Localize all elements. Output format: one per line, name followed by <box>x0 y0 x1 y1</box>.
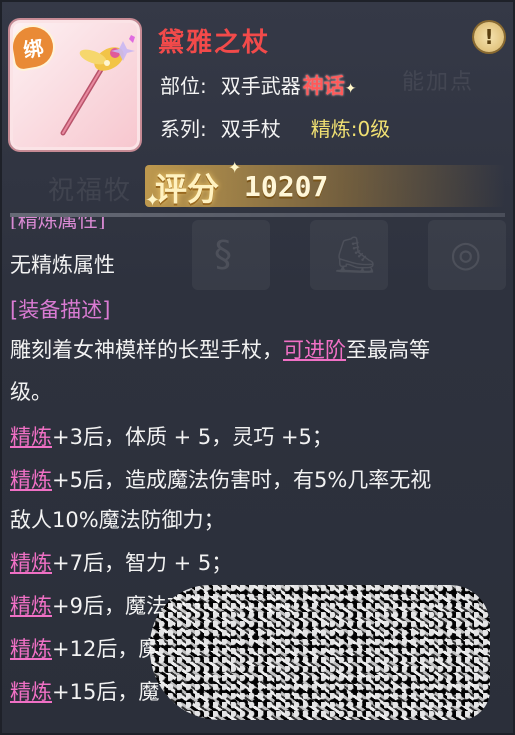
refine-bonus-text: +7后，智力 + 5； <box>52 551 233 575</box>
info-icon[interactable]: ! <box>474 22 504 52</box>
refine-link[interactable]: 精炼 <box>10 680 52 704</box>
background-tab-ghost: 祝福牧 <box>48 176 133 206</box>
refine-bonus-row: 精炼+3后，体质 + 5，灵巧 +5； <box>10 421 333 451</box>
refine-bonus-row: 精炼+12后，魔 <box>10 633 159 663</box>
refine-bonus-row: 精炼+7后，智力 + 5； <box>10 547 232 577</box>
refine-bonus-text: +5后，造成魔法伤害时，有5%几率无视 <box>52 468 432 492</box>
type-value: 双手杖 <box>220 117 281 141</box>
slot-value: 双手武器 <box>220 74 301 98</box>
refine-attributes-title: [精炼属性] <box>10 217 106 229</box>
refine-bonus-row: 精炼+15后，魔 <box>10 676 159 706</box>
description-line: 级。 <box>10 380 52 404</box>
refine-bonus-text: +12后，魔 <box>52 637 160 661</box>
item-tooltip-panel: 祝福牧 能加点 § ⛸ ◎ 绑 黛雅之杖 ! 部位: 双手武器神话✦ 系列: 双手杖… <box>0 0 515 735</box>
refine-bonus-text: +3后，体质 + 5，灵巧 +5； <box>52 425 333 449</box>
refine-link[interactable]: 精炼 <box>10 551 52 575</box>
refine-link[interactable]: 精炼 <box>10 425 52 449</box>
score-value: 10207 <box>244 170 329 203</box>
refine-attributes-text: 无精炼属性 <box>10 253 115 277</box>
score-label: 评分 <box>155 170 220 208</box>
redaction-noise-overlay <box>150 585 490 720</box>
background-tab-ghost: 能加点 <box>402 70 475 95</box>
refine-link[interactable]: 精炼 <box>10 637 52 661</box>
advance-link[interactable]: 可进阶 <box>283 338 346 362</box>
refine-level-label: 精炼: <box>310 117 358 141</box>
refine-link[interactable]: 精炼 <box>10 468 52 492</box>
refine-bonus-row: 精炼+5后，造成魔法伤害时，有5%几率无视 <box>10 464 431 494</box>
staff-icon <box>60 35 135 136</box>
refine-bonus-text: +15后，魔 <box>52 680 160 704</box>
item-icon-frame: 绑 <box>10 20 140 150</box>
type-label: 系列: <box>160 117 207 141</box>
background-slot-icon: § <box>192 220 270 290</box>
refine-bonus-row: 敌人10%魔法防御力； <box>10 504 225 534</box>
description-text: 雕刻着女神模样的长型手杖， <box>10 338 283 362</box>
description-title: [装备描述] <box>10 298 111 322</box>
sparkle-icon: ✦ <box>344 81 357 97</box>
refine-link[interactable]: 精炼 <box>10 594 52 618</box>
refine-level-value: 0级 <box>357 117 391 141</box>
rarity-badge: 神话 <box>302 74 345 98</box>
refine-bonus-text: 敌人10%魔法防御力； <box>10 508 225 532</box>
background-slot-icon: ◎ <box>428 220 506 290</box>
description-text: 至最高等 <box>346 338 430 362</box>
slot-label: 部位: <box>160 74 207 98</box>
type-row: 系列: 双手杖 精炼:0级 <box>160 113 390 142</box>
sparkle-icon: ✦ <box>228 158 242 177</box>
description-line: 雕刻着女神模样的长型手杖，可进阶至最高等 <box>10 334 430 364</box>
slot-row: 部位: 双手武器神话✦ <box>160 70 356 100</box>
background-slot-icon: ⛸ <box>310 220 388 290</box>
item-name: 黛雅之杖 <box>158 28 271 58</box>
